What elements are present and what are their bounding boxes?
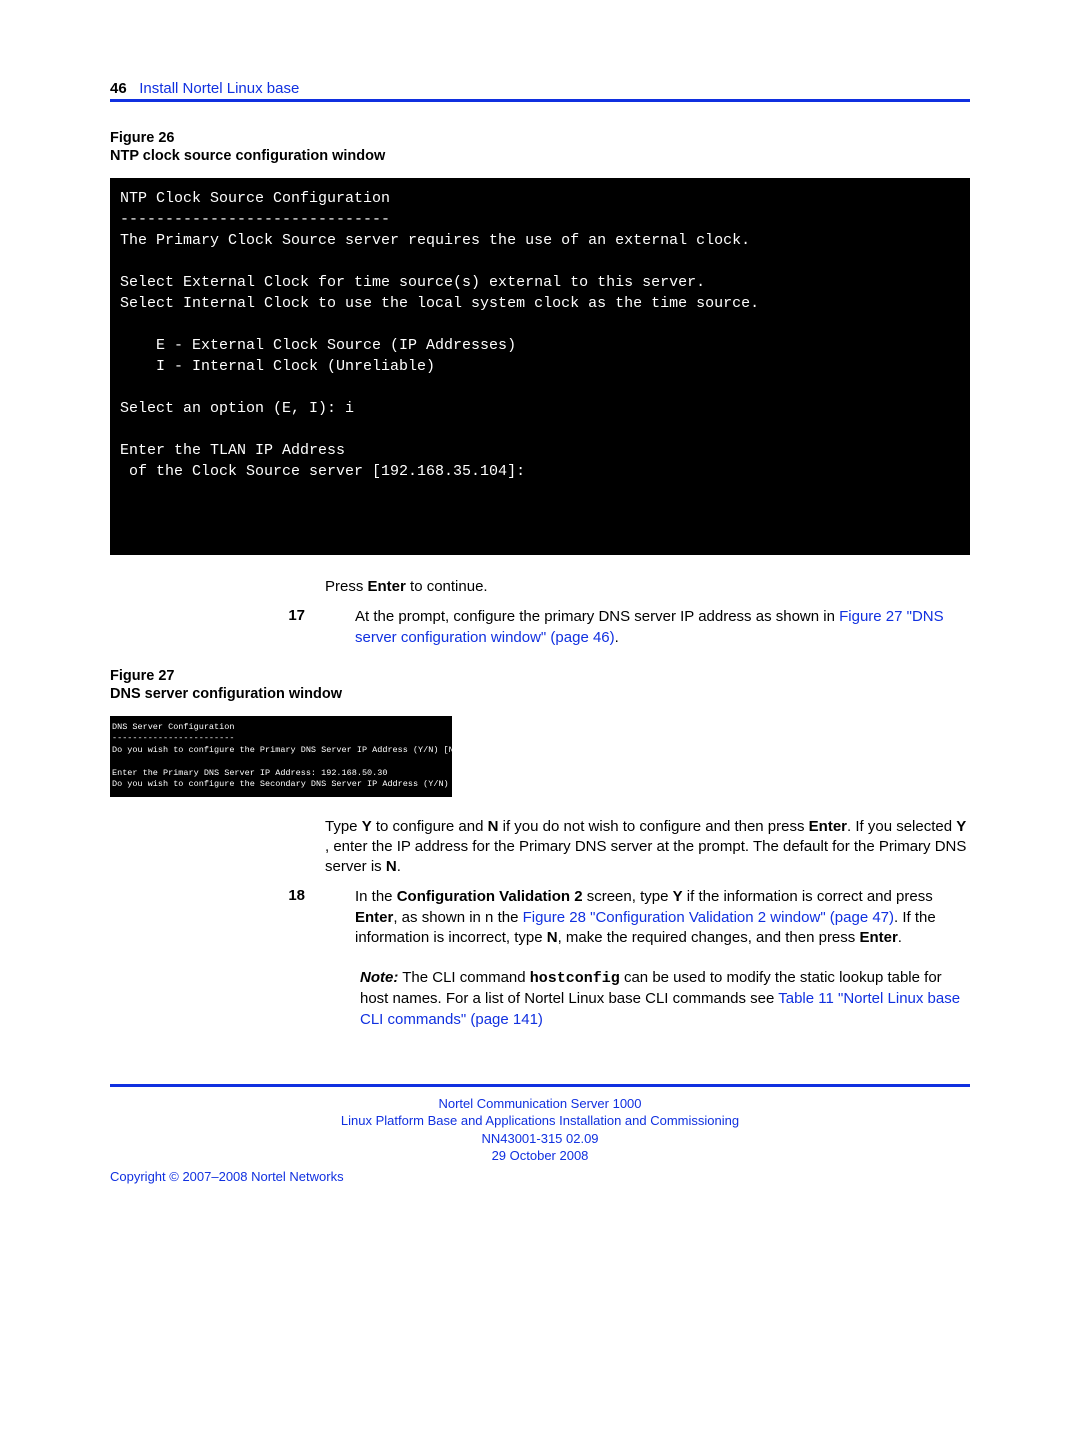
- note-block: Note: The CLI command hostconfig can be …: [360, 968, 970, 1030]
- page-number: 46: [110, 80, 127, 97]
- figure-27-label: Figure 27: [110, 668, 970, 684]
- page: 46 Install Nortel Linux base Figure 26 N…: [0, 0, 1080, 1440]
- footer-rule: [110, 1084, 970, 1087]
- footer-line-4: 29 October 2008: [110, 1147, 970, 1165]
- para-type-yn: Type Y to configure and N if you do not …: [325, 817, 970, 878]
- footer-line-2: Linux Platform Base and Applications Ins…: [110, 1112, 970, 1130]
- figure-26-title: NTP clock source configuration window: [110, 148, 970, 164]
- step-18-text: In the Configuration Validation 2 screen…: [355, 887, 970, 948]
- footer-line-3: NN43001-315 02.09: [110, 1130, 970, 1148]
- copyright: Copyright © 2007–2008 Nortel Networks: [110, 1169, 970, 1184]
- footer: Nortel Communication Server 1000 Linux P…: [110, 1095, 970, 1165]
- press-enter-line: Press Enter to continue.: [325, 577, 970, 597]
- figure-27-terminal: DNS Server Configuration ---------------…: [110, 716, 452, 797]
- link-figure-28[interactable]: Figure 28 "Configuration Validation 2 wi…: [523, 909, 894, 926]
- step-18: 18 In the Configuration Validation 2 scr…: [110, 887, 970, 958]
- footer-line-1: Nortel Communication Server 1000: [110, 1095, 970, 1113]
- section-title: Install Nortel Linux base: [139, 80, 299, 97]
- figure-26-terminal: NTP Clock Source Configuration ---------…: [110, 178, 970, 555]
- figure-27-title: DNS server configuration window: [110, 686, 970, 702]
- step-17-number: 17: [225, 607, 355, 624]
- figure-26-label: Figure 26: [110, 130, 970, 146]
- header-rule: [110, 99, 970, 102]
- step-17-text: At the prompt, configure the primary DNS…: [355, 607, 970, 648]
- running-head: 46 Install Nortel Linux base: [110, 80, 970, 97]
- step-18-number: 18: [225, 887, 355, 904]
- step-17: 17 At the prompt, configure the primary …: [110, 607, 970, 658]
